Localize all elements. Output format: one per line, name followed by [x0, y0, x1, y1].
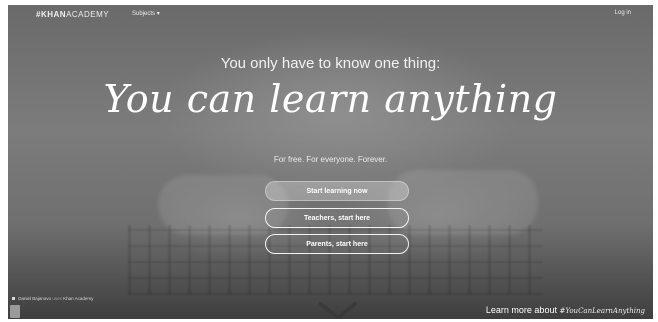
hero-screen: #KHANACADEMY Subjects ▾ Log in You only …	[8, 5, 653, 319]
learn-more-link[interactable]: Learn more about #YouCanLearnAnything	[486, 305, 645, 315]
logo-bold: KHAN	[40, 10, 67, 19]
credit-name: Daniel Bajanovo	[18, 296, 52, 301]
login-link[interactable]: Log in	[615, 10, 631, 16]
parents-start-button[interactable]: Parents, start here	[265, 234, 409, 254]
chevron-down-small-icon: ▾	[156, 11, 160, 17]
logo-light: ACADEMY	[66, 10, 110, 19]
avatar	[10, 305, 20, 318]
teachers-start-button[interactable]: Teachers, start here	[265, 208, 409, 228]
photo-credit: Daniel Bajanovo uses Khan Academy	[12, 296, 93, 301]
start-learning-button[interactable]: Start learning now	[265, 181, 409, 201]
credit-org: Khan Academy	[63, 296, 94, 301]
top-nav: #KHANACADEMY Subjects ▾ Log in	[8, 5, 653, 23]
subjects-label: Subjects	[132, 11, 156, 17]
credit-square-icon	[12, 297, 15, 301]
headline: You can learn anything	[103, 77, 558, 121]
credit-mid: uses	[52, 296, 62, 301]
chevron-down-icon[interactable]	[317, 300, 359, 319]
tagline: You only have to know one thing:	[220, 55, 441, 72]
hashtag: #YouCanLearnAnything	[559, 307, 645, 315]
subheadline: For free. For everyone. Forever.	[273, 155, 388, 164]
subjects-menu[interactable]: Subjects ▾	[132, 10, 160, 17]
logo[interactable]: #KHANACADEMY	[36, 10, 109, 19]
learn-more-label: Learn more about	[485, 305, 557, 315]
